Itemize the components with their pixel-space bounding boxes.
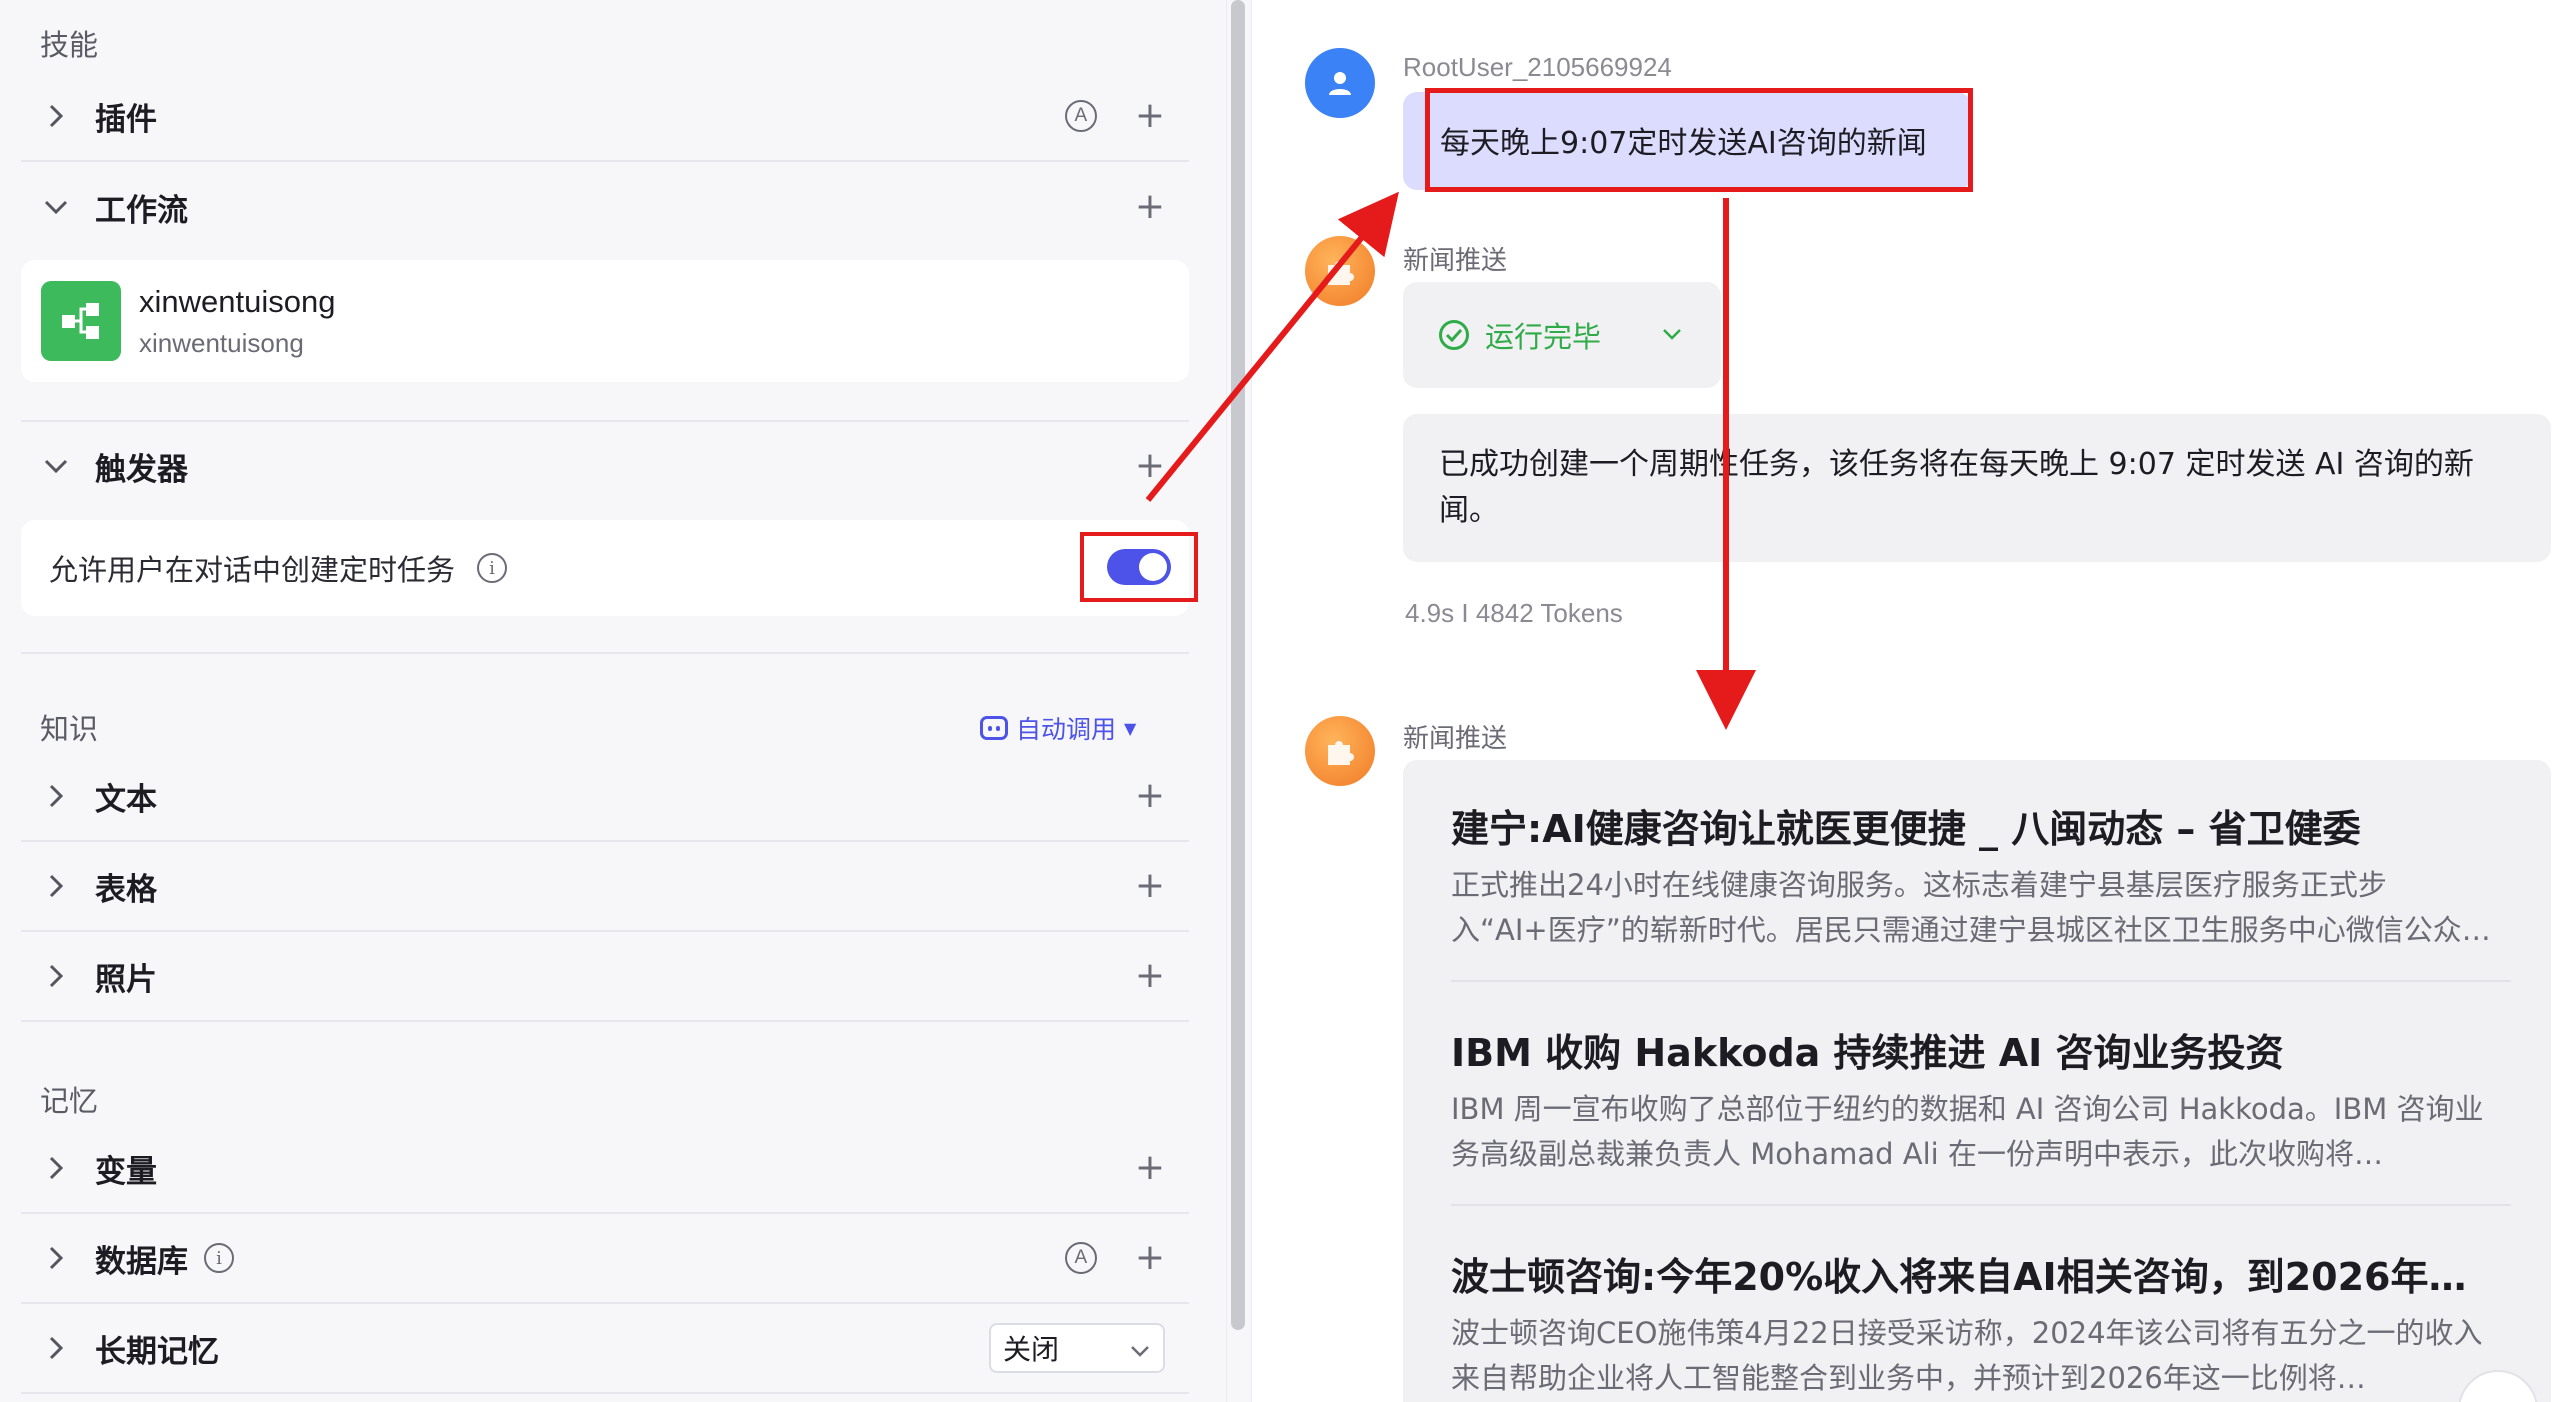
workflow-item-card[interactable]: xinwentuisong xinwentuisong	[21, 260, 1189, 382]
news-title[interactable]: 建宁:AI健康咨询让就医更便捷 _ 八闽动态 – 省卫健委	[1451, 798, 2511, 853]
chevron-down-icon[interactable]	[39, 449, 73, 483]
workflow-row[interactable]: 工作流 +	[21, 162, 1189, 252]
divider	[1451, 1204, 2511, 1206]
news-item[interactable]: IBM 收购 Hakkoda 持续推进 AI 咨询业务投资 IBM 周一宣布收购…	[1451, 1022, 2511, 1177]
run-status-card[interactable]: 运行完毕	[1403, 282, 1721, 388]
auto-badge-icon[interactable]: A	[1064, 100, 1097, 132]
bot-avatar	[1305, 716, 1375, 786]
left-scrollbar-thumb[interactable]	[1231, 0, 1245, 1330]
add-photo-icon[interactable]: +	[1135, 958, 1165, 994]
chevron-right-icon[interactable]	[39, 779, 73, 813]
plugins-label: 插件	[95, 101, 157, 138]
chevron-right-icon[interactable]	[39, 959, 73, 993]
photo-label: 照片	[95, 961, 157, 998]
schedule-task-toggle[interactable]	[1107, 549, 1171, 585]
knowledge-section-title: 知识	[40, 712, 99, 746]
info-icon[interactable]: i	[204, 1243, 234, 1273]
chevron-right-icon[interactable]	[39, 1241, 73, 1275]
workflow-desc: xinwentuisong	[139, 327, 304, 358]
user-avatar	[1305, 48, 1375, 118]
add-variable-icon[interactable]: +	[1135, 1150, 1165, 1186]
long-memory-value: 关闭	[1003, 1333, 1060, 1366]
news-summary: 正式推出24小时在线健康咨询服务。这标志着建宁县基层医疗服务正式步入“AI+医疗…	[1451, 868, 2462, 947]
database-row[interactable]: 数据库 i A +	[21, 1214, 1189, 1304]
news-summary: 波士顿咨询CEO施伟策4月22日接受采访称，2024年该公司将有五分之一的收入来…	[1451, 1316, 2483, 1395]
divider	[1451, 980, 2511, 982]
news-item[interactable]: 建宁:AI健康咨询让就医更便捷 _ 八闽动态 – 省卫健委 正式推出24小时在线…	[1451, 798, 2511, 953]
table-row[interactable]: 表格 +	[21, 842, 1189, 932]
trigger-setting-label: 允许用户在对话中创建定时任务	[49, 553, 456, 587]
long-memory-select[interactable]: 关闭	[989, 1323, 1165, 1373]
chevron-down-icon[interactable]	[1661, 326, 1683, 345]
long-memory-label: 长期记忆	[95, 1333, 219, 1370]
long-memory-row[interactable]: 长期记忆 关闭	[21, 1304, 1189, 1394]
text-label: 文本	[95, 781, 157, 818]
add-table-icon[interactable]: +	[1135, 868, 1165, 904]
news-title[interactable]: 波士顿咨询:今年20%收入将来自AI相关咨询，到2026年…	[1451, 1246, 2511, 1301]
info-icon[interactable]: i	[477, 553, 508, 583]
add-trigger-icon[interactable]: +	[1135, 448, 1165, 484]
user-message-text: 每天晚上9:07定时发送AI咨询的新闻	[1425, 88, 1973, 192]
chevron-right-icon[interactable]	[39, 1151, 73, 1185]
table-label: 表格	[95, 871, 157, 908]
variable-label: 变量	[95, 1153, 157, 1190]
chevron-right-icon[interactable]	[39, 869, 73, 903]
check-circle-icon	[1439, 320, 1469, 350]
text-row[interactable]: 文本 +	[21, 752, 1189, 842]
toggle-highlight-box	[1080, 532, 1198, 602]
news-title[interactable]: IBM 收购 Hakkoda 持续推进 AI 咨询业务投资	[1451, 1022, 2511, 1077]
add-plugin-icon[interactable]: +	[1135, 98, 1165, 134]
run-status-text: 运行完毕	[1485, 320, 1602, 354]
chevron-down-icon	[1129, 1332, 1151, 1365]
reply-meta: 4.9s I 4842 Tokens	[1405, 598, 1623, 628]
add-database-icon[interactable]: +	[1135, 1240, 1165, 1276]
skills-section-title: 技能	[40, 28, 99, 62]
chevron-right-icon[interactable]	[39, 99, 73, 133]
bot-reply-bubble: 已成功创建一个周期性任务，该任务将在每天晚上 9:07 定时发送 AI 咨询的新…	[1403, 414, 2551, 562]
database-label: 数据库	[95, 1243, 188, 1280]
news-summary: IBM 周一宣布收购了总部位于纽约的数据和 AI 咨询公司 Hakkoda。IB…	[1451, 1092, 2484, 1171]
auto-badge-icon[interactable]: A	[1064, 1242, 1097, 1274]
plugins-row[interactable]: 插件 A +	[21, 72, 1189, 162]
variable-row[interactable]: 变量 +	[21, 1124, 1189, 1214]
workflow-label: 工作流	[95, 192, 188, 229]
workflow-icon	[41, 281, 121, 361]
bot-avatar	[1305, 236, 1375, 306]
robot-icon	[980, 716, 1008, 740]
chevron-right-icon[interactable]	[39, 1331, 73, 1365]
caret-down-icon: ▼	[1124, 718, 1137, 738]
news-card: 建宁:AI健康咨询让就医更便捷 _ 八闽动态 – 省卫健委 正式推出24小时在线…	[1403, 760, 2551, 1402]
trigger-row[interactable]: 触发器 +	[21, 420, 1189, 510]
chevron-down-icon[interactable]	[39, 190, 73, 224]
photo-row[interactable]: 照片 +	[21, 932, 1189, 1022]
workflow-name: xinwentuisong	[139, 283, 336, 319]
trigger-setting-card: 允许用户在对话中创建定时任务 i	[21, 520, 1189, 616]
news-item[interactable]: 波士顿咨询:今年20%收入将来自AI相关咨询，到2026年… 波士顿咨询CEO施…	[1451, 1246, 2511, 1401]
bot-name: 新闻推送	[1403, 724, 1508, 754]
bot-name: 新闻推送	[1403, 246, 1508, 276]
username: RootUser_2105669924	[1403, 52, 1672, 82]
auto-call-label: 自动调用	[1016, 715, 1117, 744]
divider	[21, 652, 1189, 654]
bot-config-panel: 技能 插件 A + 工作流 + xinwentuisong xinwentuis…	[0, 0, 1226, 1402]
memory-section-title: 记忆	[40, 1084, 99, 1118]
trigger-label: 触发器	[95, 451, 188, 488]
add-text-icon[interactable]: +	[1135, 778, 1165, 814]
auto-call-dropdown[interactable]: 自动调用 ▼	[980, 710, 1136, 746]
add-workflow-icon[interactable]: +	[1135, 189, 1165, 225]
